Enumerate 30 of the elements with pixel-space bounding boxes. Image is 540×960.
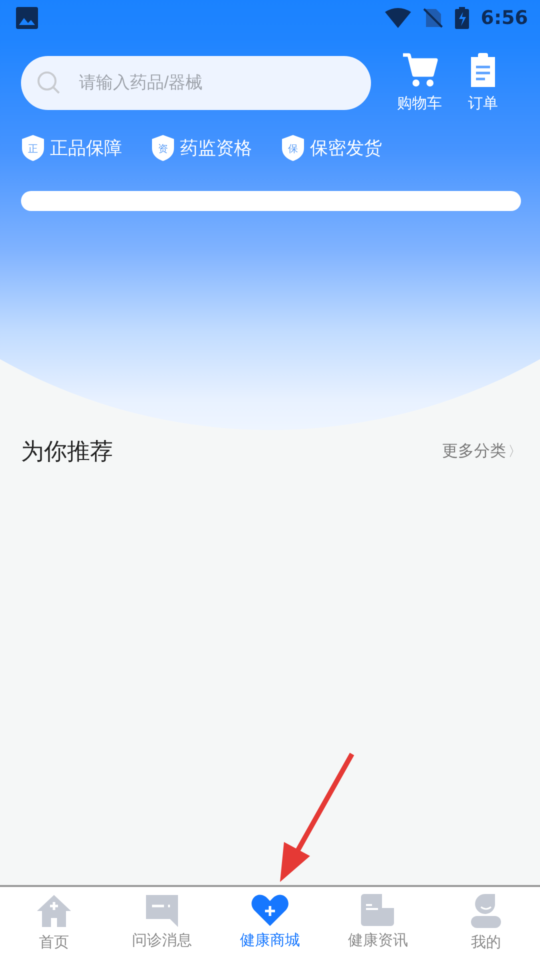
nav-tab[interactable]: 我的	[432, 887, 540, 960]
shield-icon: 资	[152, 135, 174, 161]
orders-button[interactable]: 订单	[468, 52, 498, 113]
guarantee-label: 正品保障	[50, 137, 122, 160]
shield-icon: 正	[22, 135, 44, 161]
nav-tab[interactable]: 问诊消息	[108, 887, 216, 960]
battery-icon	[454, 7, 469, 29]
no-sim-icon	[422, 8, 443, 28]
guarantee-label: 药监资格	[180, 137, 252, 160]
cart-button[interactable]: 购物车	[397, 52, 442, 113]
nav-tab[interactable]: 健康资讯	[324, 887, 432, 960]
search-input[interactable]: 请输入药品/器械	[77, 72, 355, 94]
nav-tab[interactable]: 首页	[0, 887, 108, 960]
nav-tab[interactable]: 健康商城	[216, 887, 324, 960]
search-icon	[37, 70, 61, 94]
section-title: 为你推荐	[21, 438, 113, 467]
home-icon	[36, 893, 72, 929]
clipboard-icon	[469, 52, 497, 88]
wifi-icon	[384, 8, 411, 28]
user-icon	[470, 893, 502, 929]
image-icon	[16, 7, 38, 29]
shield-icon: 保	[282, 135, 304, 161]
guarantee-label: 保密发货	[310, 137, 382, 160]
message-icon	[144, 893, 180, 927]
cart-icon	[402, 52, 438, 88]
document-icon	[360, 893, 396, 927]
heart-icon	[251, 893, 289, 927]
search-field[interactable]: 请输入药品/器械	[21, 56, 371, 110]
more-link[interactable]: 更多分类〉	[442, 441, 522, 462]
status-time: 6:56	[480, 7, 528, 29]
